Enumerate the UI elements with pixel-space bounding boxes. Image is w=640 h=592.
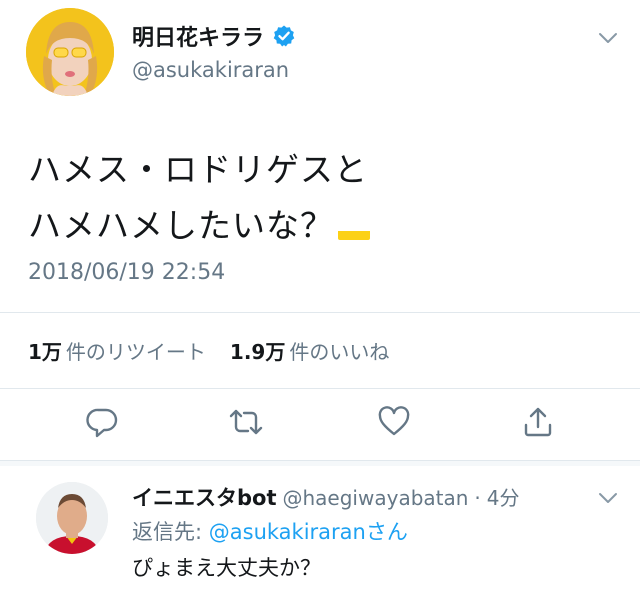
user-handle[interactable]: @asukakiraran bbox=[132, 58, 289, 82]
reply-tweet[interactable]: イニエスタbot @haegiwayabatan · 4分 返信先: @asuk… bbox=[0, 466, 640, 592]
colombia-flag-icon bbox=[338, 216, 370, 240]
tweet-stats: 1万 件のリツイート 1.9万 件のいいね bbox=[28, 336, 389, 365]
action-bar bbox=[0, 400, 640, 448]
replying-to: 返信先: @asukakiraranさん bbox=[132, 516, 408, 546]
retweet-label[interactable]: 件のリツイート bbox=[66, 336, 206, 365]
reply-user-handle[interactable]: @haegiwayabatan bbox=[283, 486, 469, 510]
replying-to-label: 返信先: bbox=[132, 520, 203, 544]
replying-to-suffix: さん bbox=[365, 520, 408, 544]
heart-icon bbox=[377, 405, 411, 443]
like-button[interactable] bbox=[374, 404, 414, 444]
reply-button[interactable] bbox=[82, 404, 122, 444]
share-button[interactable] bbox=[518, 404, 558, 444]
like-label[interactable]: 件のいいね bbox=[289, 336, 389, 365]
like-count[interactable]: 1.9万 bbox=[230, 336, 285, 365]
retweet-button[interactable] bbox=[226, 404, 266, 444]
divider bbox=[0, 312, 640, 313]
tweet-text-line-2: ハメハメしたいな？ bbox=[28, 198, 370, 254]
avatar[interactable] bbox=[36, 482, 108, 554]
display-name[interactable]: 明日花キララ bbox=[132, 20, 264, 52]
separator-dot: · bbox=[474, 486, 481, 510]
name-row: 明日花キララ bbox=[132, 20, 296, 52]
tweet-text-line: ハメス・ロドリゲスと bbox=[28, 150, 368, 189]
reply-display-name[interactable]: イニエスタbot bbox=[132, 482, 277, 512]
avatar[interactable] bbox=[26, 8, 114, 96]
share-icon bbox=[521, 405, 555, 443]
reply-header: イニエスタbot @haegiwayabatan · 4分 bbox=[132, 482, 520, 512]
tweet-text-line: ハメハメしたいな？ bbox=[28, 206, 334, 245]
main-tweet: 明日花キララ @asukakiraran ハメス・ロドリゲスと ハメハメしたいな… bbox=[0, 0, 640, 460]
chevron-down-icon[interactable] bbox=[596, 486, 620, 510]
retweet-icon bbox=[228, 405, 264, 443]
verified-badge-icon bbox=[272, 24, 296, 48]
replying-to-handle[interactable]: @asukakiraran bbox=[209, 520, 366, 544]
reply-icon bbox=[85, 405, 119, 443]
retweet-count[interactable]: 1万 bbox=[28, 336, 62, 365]
reply-timestamp[interactable]: 4分 bbox=[487, 482, 520, 511]
chevron-down-icon[interactable] bbox=[596, 26, 620, 50]
tweet-timestamp[interactable]: 2018/06/19 22:54 bbox=[28, 260, 225, 285]
divider bbox=[0, 388, 640, 389]
tweet-text: ハメス・ロドリゲスと ハメハメしたいな？ bbox=[28, 142, 370, 254]
reply-text: ぴょまえ大丈夫か？ bbox=[132, 556, 321, 580]
